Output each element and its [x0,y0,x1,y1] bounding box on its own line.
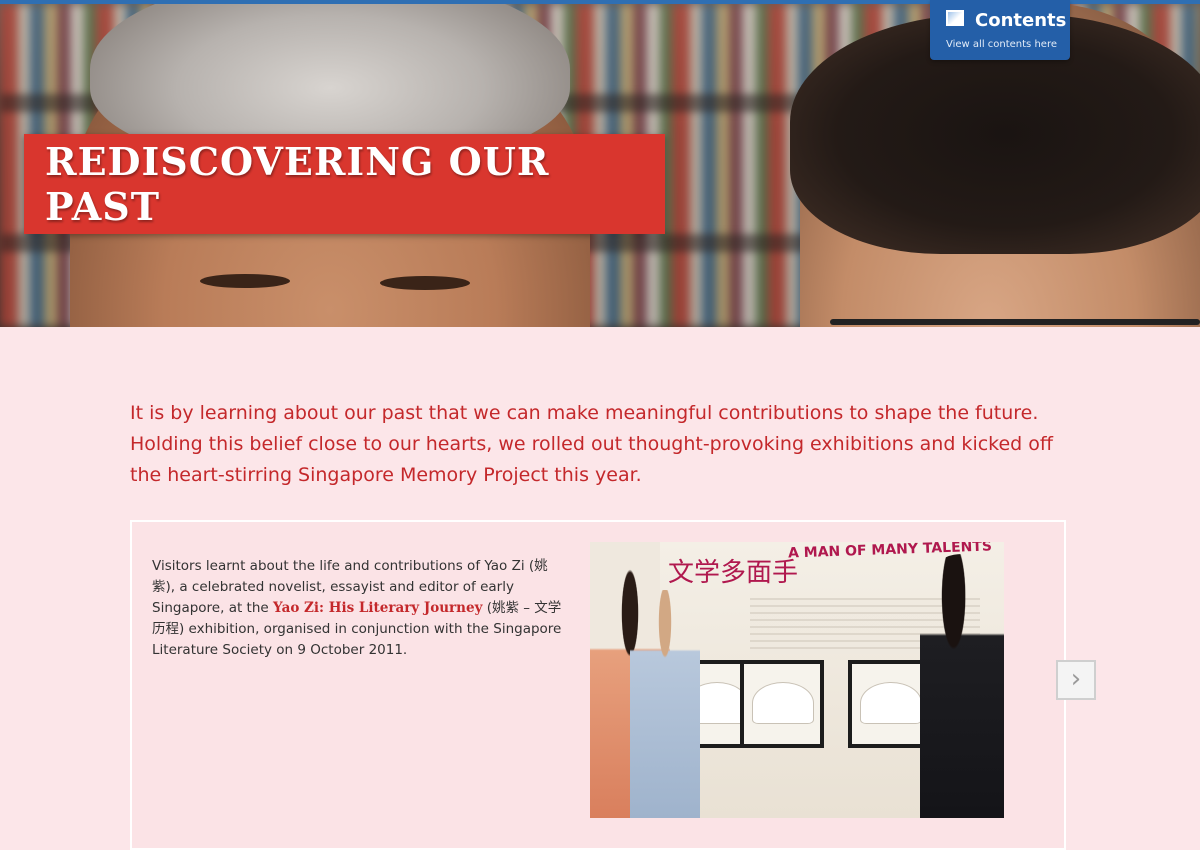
photo-visitor-man [630,590,700,818]
hero-person-left-eye [380,276,470,290]
slideshow-panel: Visitors learnt about the life and contr… [130,520,1066,850]
slide-caption: Visitors learnt about the life and contr… [152,556,570,661]
page-title-banner: REDISCOVERING OUR PAST [24,134,665,234]
exhibition-photo: 文学多面手 A MAN OF MANY TALENTS [590,542,1004,818]
exhibition-link[interactable]: Yao Zi: His Literary Journey [273,600,482,616]
fan-artwork [752,682,814,724]
contents-button[interactable]: Contents View all contents here [930,0,1070,60]
contents-icon [946,10,964,26]
hero-glasses [830,319,1200,325]
contents-subtitle: View all contents here [946,39,1057,50]
photo-frame [740,660,824,748]
photo-guide [920,554,1004,818]
hero-person-left-eye [200,274,290,288]
page-title: REDISCOVERING OUR PAST [45,139,550,229]
fan-artwork [860,682,922,724]
chevron-right-icon[interactable]: › [1056,660,1096,700]
intro-paragraph: It is by learning about our past that we… [130,402,1053,486]
photo-heading-chinese: 文学多面手 [668,558,799,588]
contents-title: Contents [975,10,1067,31]
